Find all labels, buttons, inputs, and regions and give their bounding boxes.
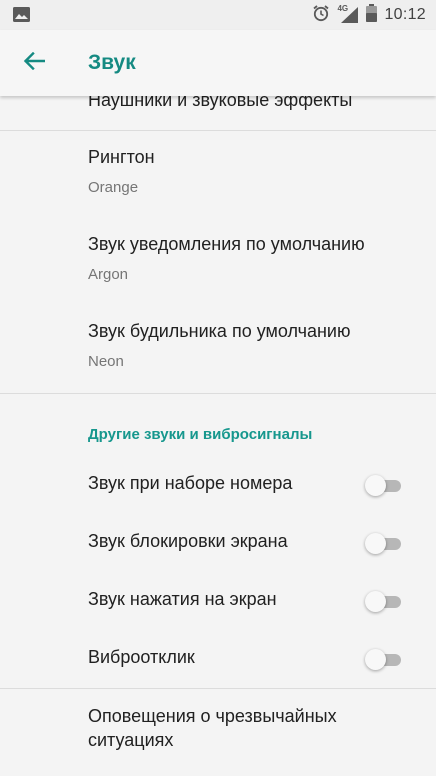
arrow-left-icon bbox=[23, 51, 46, 75]
battery-icon bbox=[366, 3, 378, 27]
dialpad-sound-label: Звук при наборе номера bbox=[88, 473, 293, 493]
divider bbox=[0, 393, 436, 394]
alarm-icon bbox=[312, 4, 330, 27]
back-button[interactable] bbox=[16, 45, 52, 81]
vibrate-on-touch-item[interactable]: Виброотклик bbox=[0, 630, 436, 688]
screen-lock-sound-item[interactable]: Звук блокировки экрана bbox=[0, 514, 436, 572]
page-title: Звук bbox=[88, 51, 136, 74]
touch-sound-item[interactable]: Звук нажатия на экран bbox=[0, 572, 436, 630]
alarm-sound-value: Neon bbox=[88, 353, 124, 370]
vibrate-on-touch-toggle[interactable] bbox=[365, 648, 403, 670]
vibrate-on-touch-label: Виброотклик bbox=[88, 647, 195, 667]
emergency-alerts-line2: ситуациях bbox=[88, 730, 174, 750]
signal-icon: 4G bbox=[337, 4, 359, 24]
emergency-alerts-line1: Оповещения о чрезвычайных bbox=[88, 706, 337, 726]
emergency-alerts-item[interactable]: Оповещения о чрезвычайных ситуациях bbox=[0, 689, 436, 776]
alarm-sound-item[interactable]: Звук будильника по умолчанию Neon bbox=[0, 305, 436, 393]
image-icon bbox=[13, 7, 30, 22]
touch-sound-label: Звук нажатия на экран bbox=[88, 589, 277, 609]
ringtone-value: Orange bbox=[88, 179, 139, 196]
status-bar: 4G 10:12 bbox=[0, 0, 436, 30]
ringtone-title: Рингтон bbox=[88, 147, 155, 167]
touch-sound-toggle[interactable] bbox=[365, 590, 403, 612]
headphones-effects-item[interactable]: Наушники и звуковые эффекты bbox=[0, 96, 436, 130]
status-time: 10:12 bbox=[384, 6, 426, 23]
settings-list[interactable]: Наушники и звуковые эффекты Рингтон Oran… bbox=[0, 96, 436, 776]
screen-lock-sound-toggle[interactable] bbox=[365, 532, 403, 554]
alarm-sound-title: Звук будильника по умолчанию bbox=[88, 321, 351, 341]
headphones-effects-label: Наушники и звуковые эффекты bbox=[88, 96, 353, 110]
ringtone-item[interactable]: Рингтон Orange bbox=[0, 131, 436, 217]
screen-lock-sound-label: Звук блокировки экрана bbox=[88, 531, 288, 551]
section-header-other-sounds: Другие звуки и вибросигналы bbox=[88, 426, 313, 443]
dialpad-sound-toggle[interactable] bbox=[365, 474, 403, 496]
app-bar: Звук bbox=[0, 30, 436, 96]
notification-sound-value: Argon bbox=[88, 266, 129, 283]
notification-sound-title: Звук уведомления по умолчанию bbox=[88, 234, 365, 254]
notification-sound-item[interactable]: Звук уведомления по умолчанию Argon bbox=[0, 217, 436, 305]
dialpad-sound-item[interactable]: Звук при наборе номера bbox=[0, 456, 436, 514]
